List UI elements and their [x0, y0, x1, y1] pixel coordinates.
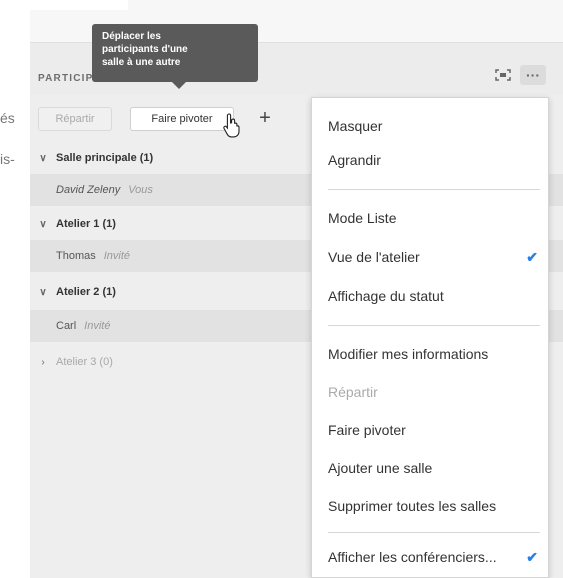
menu-item-list-mode[interactable]: Mode Liste [312, 200, 548, 236]
menu-item-label: Répartir [328, 384, 378, 400]
participant-name: Thomas [56, 250, 96, 262]
menu-separator [328, 532, 540, 533]
chevron-down-icon[interactable]: ∨ [36, 153, 50, 164]
more-options-icon[interactable]: ··· [520, 65, 546, 85]
chevron-down-icon[interactable]: ∨ [36, 287, 50, 298]
menu-item-distribute[interactable]: Répartir [312, 374, 548, 410]
room-name: Atelier 2 (1) [56, 286, 116, 298]
menu-item-edit-info[interactable]: Modifier mes informations [312, 336, 548, 372]
menu-item-label: Supprimer toutes les salles [328, 498, 497, 514]
menu-item-label: Mode Liste [328, 210, 397, 226]
menu-item-label: Afficher les conférenciers... [328, 549, 497, 565]
hand-cursor-icon [223, 113, 240, 138]
room-name: Atelier 1 (1) [56, 218, 116, 230]
participant-name: David Zeleny [56, 184, 121, 196]
menu-item-label: Affichage du statut [328, 288, 444, 304]
add-room-button[interactable]: + [252, 106, 278, 130]
menu-separator [328, 189, 540, 190]
menu-item-label: Faire pivoter [328, 422, 406, 438]
cutoff-text-1: és [0, 110, 15, 126]
rotate-tooltip: Déplacer les participants d'une salle à … [92, 24, 258, 82]
menu-item-label: Ajouter une salle [328, 460, 433, 476]
menu-item-show-presenters[interactable]: Afficher les conférenciers... ✔ [312, 539, 548, 575]
menu-item-enlarge[interactable]: Agrandir [312, 142, 548, 178]
fullscreen-icon[interactable] [490, 65, 516, 85]
room-name: Atelier 3 (0) [56, 356, 113, 368]
chevron-down-icon[interactable]: ∨ [36, 219, 50, 230]
rotate-button[interactable]: Faire pivoter [130, 107, 234, 131]
menu-item-add-room[interactable]: Ajouter une salle [312, 450, 548, 486]
cutoff-text-2: is- [0, 151, 15, 167]
menu-item-label: Vue de l'atelier [328, 249, 420, 265]
distribute-button[interactable]: Répartir [38, 107, 112, 131]
menu-item-label: Modifier mes informations [328, 346, 489, 362]
menu-item-label: Agrandir [328, 152, 381, 168]
menu-item-workshop-view[interactable]: Vue de l'atelier ✔ [312, 239, 548, 275]
menu-item-status-display[interactable]: Affichage du statut [312, 278, 548, 314]
tooltip-line: participants d'une [102, 44, 188, 55]
menu-separator [328, 325, 540, 326]
participant-role: Invité [103, 250, 131, 262]
tooltip-line: salle à une autre [102, 57, 181, 68]
participant-name: Carl [56, 320, 77, 332]
panel-options-menu: Masquer Agrandir Mode Liste Vue de l'ate… [311, 97, 549, 578]
participant-role: Invité [84, 320, 111, 332]
menu-item-delete-all-rooms[interactable]: Supprimer toutes les salles [312, 488, 548, 524]
chevron-right-icon[interactable]: › [36, 357, 50, 368]
tooltip-arrow [172, 82, 186, 89]
top-strip-notch [30, 0, 128, 10]
tooltip-line: Déplacer les [102, 31, 161, 42]
menu-item-hide[interactable]: Masquer [312, 108, 548, 144]
room-name: Salle principale (1) [56, 152, 154, 164]
fullscreen-icon-graphic [495, 69, 511, 81]
participant-role: Vous [128, 184, 153, 196]
checkmark-icon: ✔ [526, 549, 538, 565]
menu-item-label: Masquer [328, 118, 383, 134]
checkmark-icon: ✔ [526, 249, 538, 265]
menu-item-rotate[interactable]: Faire pivoter [312, 412, 548, 448]
